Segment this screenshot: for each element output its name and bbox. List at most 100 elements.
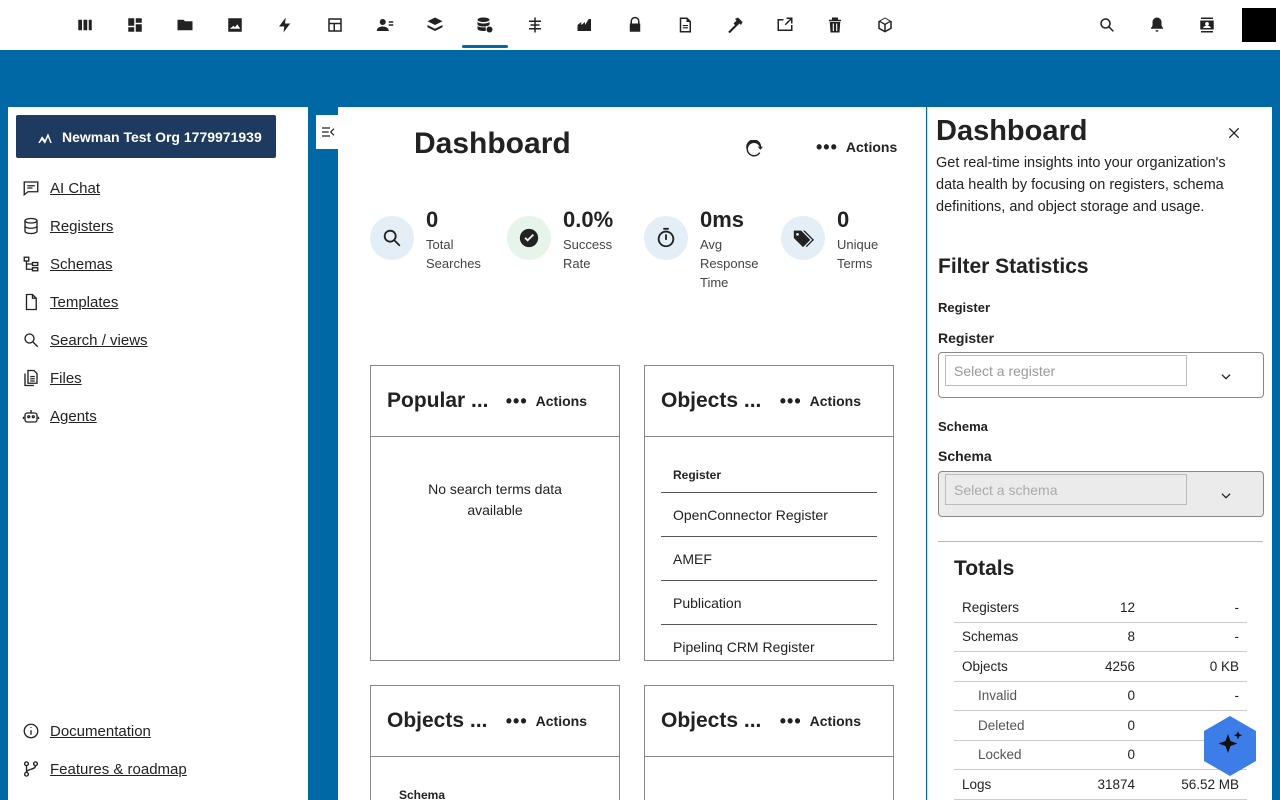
register-select-input[interactable]: Select a register bbox=[945, 355, 1187, 386]
chevron-down-icon bbox=[1221, 374, 1231, 380]
card-title: Objects ... bbox=[387, 709, 488, 732]
nav-item-features-roadmap[interactable]: Features & roadmap bbox=[22, 750, 187, 788]
app-icon-package[interactable] bbox=[860, 0, 910, 50]
table-row: OpenConnector Register bbox=[661, 493, 877, 537]
stat-label: Unique Terms bbox=[837, 237, 879, 271]
ai-assistant-button[interactable] bbox=[1204, 716, 1256, 776]
info-icon bbox=[23, 723, 39, 739]
card-actions-button[interactable]: ••• Actions bbox=[780, 712, 861, 730]
nav-item-documentation[interactable]: Documentation bbox=[22, 712, 187, 750]
nav-list: AI Chat Registers Schemas Templates Sear… bbox=[22, 169, 148, 435]
toggle-navigation-button[interactable] bbox=[316, 115, 340, 149]
app-icon-openregister[interactable] bbox=[460, 0, 510, 50]
app-icon-decisions[interactable] bbox=[710, 0, 760, 50]
app-icon-contacts[interactable] bbox=[360, 0, 410, 50]
dashboard-sidebar: Dashboard Get real-time insights into yo… bbox=[927, 107, 1272, 800]
nav-item-label: Templates bbox=[50, 293, 119, 311]
contacts-menu-icon[interactable] bbox=[1182, 0, 1232, 50]
nav-bottom: Documentation Features & roadmap bbox=[22, 712, 187, 788]
nav-item-label: Features & roadmap bbox=[50, 760, 187, 778]
refresh-button[interactable] bbox=[742, 137, 766, 161]
schema-section-label: Schema bbox=[938, 419, 988, 434]
totals-size: - bbox=[1234, 629, 1240, 645]
card-actions-button[interactable]: ••• Actions bbox=[505, 711, 587, 731]
totals-name: Objects bbox=[962, 658, 1008, 674]
organisation-icon bbox=[38, 132, 52, 144]
card-actions-button[interactable]: ••• Actions bbox=[780, 392, 861, 410]
table-header: Schema bbox=[399, 788, 446, 800]
files-icon bbox=[24, 369, 38, 387]
app-icon-tables[interactable] bbox=[310, 0, 360, 50]
card-actions-button[interactable]: ••• Actions bbox=[506, 392, 587, 410]
more-icon: ••• bbox=[816, 137, 838, 157]
check-circle-icon bbox=[507, 216, 551, 260]
database-icon bbox=[24, 217, 38, 235]
user-avatar[interactable] bbox=[1242, 8, 1276, 42]
stat-value: 0ms bbox=[700, 207, 745, 232]
schema-select-input[interactable]: Select a schema bbox=[945, 474, 1187, 505]
app-icon-integration[interactable] bbox=[760, 0, 810, 50]
sidebar-description: Get real-time insights into your organiz… bbox=[936, 155, 1226, 215]
totals-size: 0 KB bbox=[1209, 658, 1239, 674]
totals-name: Invalid bbox=[978, 688, 1018, 704]
stat-avg-response-time: 0ms Avg Response Time bbox=[644, 207, 781, 292]
register-select[interactable]: Select a register bbox=[938, 352, 1264, 398]
main-actions-button[interactable]: ••• Actions bbox=[816, 137, 897, 157]
close-sidebar-button[interactable] bbox=[1224, 123, 1244, 143]
totals-name: Locked bbox=[978, 747, 1022, 763]
app-icon-passwords[interactable] bbox=[610, 0, 660, 50]
app-icon-layers[interactable] bbox=[410, 0, 460, 50]
totals-count: 12 bbox=[1119, 599, 1135, 615]
search-icon[interactable] bbox=[1082, 0, 1132, 50]
table-row: Publication bbox=[661, 581, 877, 625]
actions-label: Actions bbox=[809, 713, 861, 729]
totals-size: - bbox=[1234, 688, 1240, 704]
more-icon: ••• bbox=[505, 711, 528, 731]
totals-count: 0 bbox=[1127, 688, 1135, 704]
nav-item-label: Schemas bbox=[50, 255, 113, 273]
totals-name: Schemas bbox=[962, 629, 1019, 645]
chat-icon bbox=[23, 181, 39, 197]
search-stats: 0 Total Searches 0.0% Success Rate 0ms A… bbox=[370, 207, 918, 292]
refresh-icon bbox=[746, 140, 763, 157]
totals-row: Schemas 8 - bbox=[954, 623, 1247, 652]
app-icon-library[interactable] bbox=[60, 0, 110, 50]
nav-item-schemas[interactable]: Schemas bbox=[22, 245, 148, 283]
register-field-label: Register bbox=[938, 330, 995, 346]
table-row: Pipelinq CRM Register bbox=[661, 625, 877, 660]
nav-item-files[interactable]: Files bbox=[22, 359, 148, 397]
timer-icon bbox=[644, 216, 688, 260]
stat-label: Avg Response Time bbox=[700, 237, 759, 290]
totals-row: Invalid 0 - bbox=[954, 682, 1247, 711]
nav-item-templates[interactable]: Templates bbox=[22, 283, 148, 321]
schema-field-label: Schema bbox=[938, 448, 992, 464]
schema-select[interactable]: Select a schema bbox=[938, 471, 1264, 517]
stat-value: 0 bbox=[837, 207, 850, 232]
totals-count: 0 bbox=[1127, 747, 1135, 763]
nav-item-agents[interactable]: Agents bbox=[22, 397, 148, 435]
app-icon-catalog[interactable] bbox=[560, 0, 610, 50]
app-icon-files[interactable] bbox=[160, 0, 210, 50]
nav-item-label: Documentation bbox=[50, 722, 151, 740]
page-title: Dashboard bbox=[414, 127, 571, 160]
nav-item-search-views[interactable]: Search / views bbox=[22, 321, 148, 359]
app-icon-photos[interactable] bbox=[210, 0, 260, 50]
nav-item-ai-chat[interactable]: AI Chat bbox=[22, 169, 148, 207]
stat-value: 0 bbox=[426, 207, 439, 232]
totals-row: Objects 4256 0 KB bbox=[954, 652, 1247, 682]
card-title: Objects ... bbox=[661, 709, 762, 732]
notifications-icon[interactable] bbox=[1132, 0, 1182, 50]
card-header: Objects ... ••• Actions bbox=[645, 686, 893, 757]
totals-heading: Totals bbox=[954, 557, 1015, 580]
app-icon-documents[interactable] bbox=[660, 0, 710, 50]
app-icon-connector[interactable] bbox=[510, 0, 560, 50]
sidebar-title: Dashboard bbox=[936, 115, 1088, 147]
organisation-button[interactable]: Newman Test Org 1779971939 bbox=[16, 115, 276, 158]
header-actions bbox=[1082, 0, 1280, 50]
nav-item-label: AI Chat bbox=[50, 179, 101, 197]
nav-item-registers[interactable]: Registers bbox=[22, 207, 148, 245]
app-icon-activity[interactable] bbox=[260, 0, 310, 50]
app-icon-dashboard[interactable] bbox=[110, 0, 160, 50]
card-header: Objects ... ••• Actions bbox=[645, 366, 893, 437]
app-icon-archive[interactable] bbox=[810, 0, 860, 50]
